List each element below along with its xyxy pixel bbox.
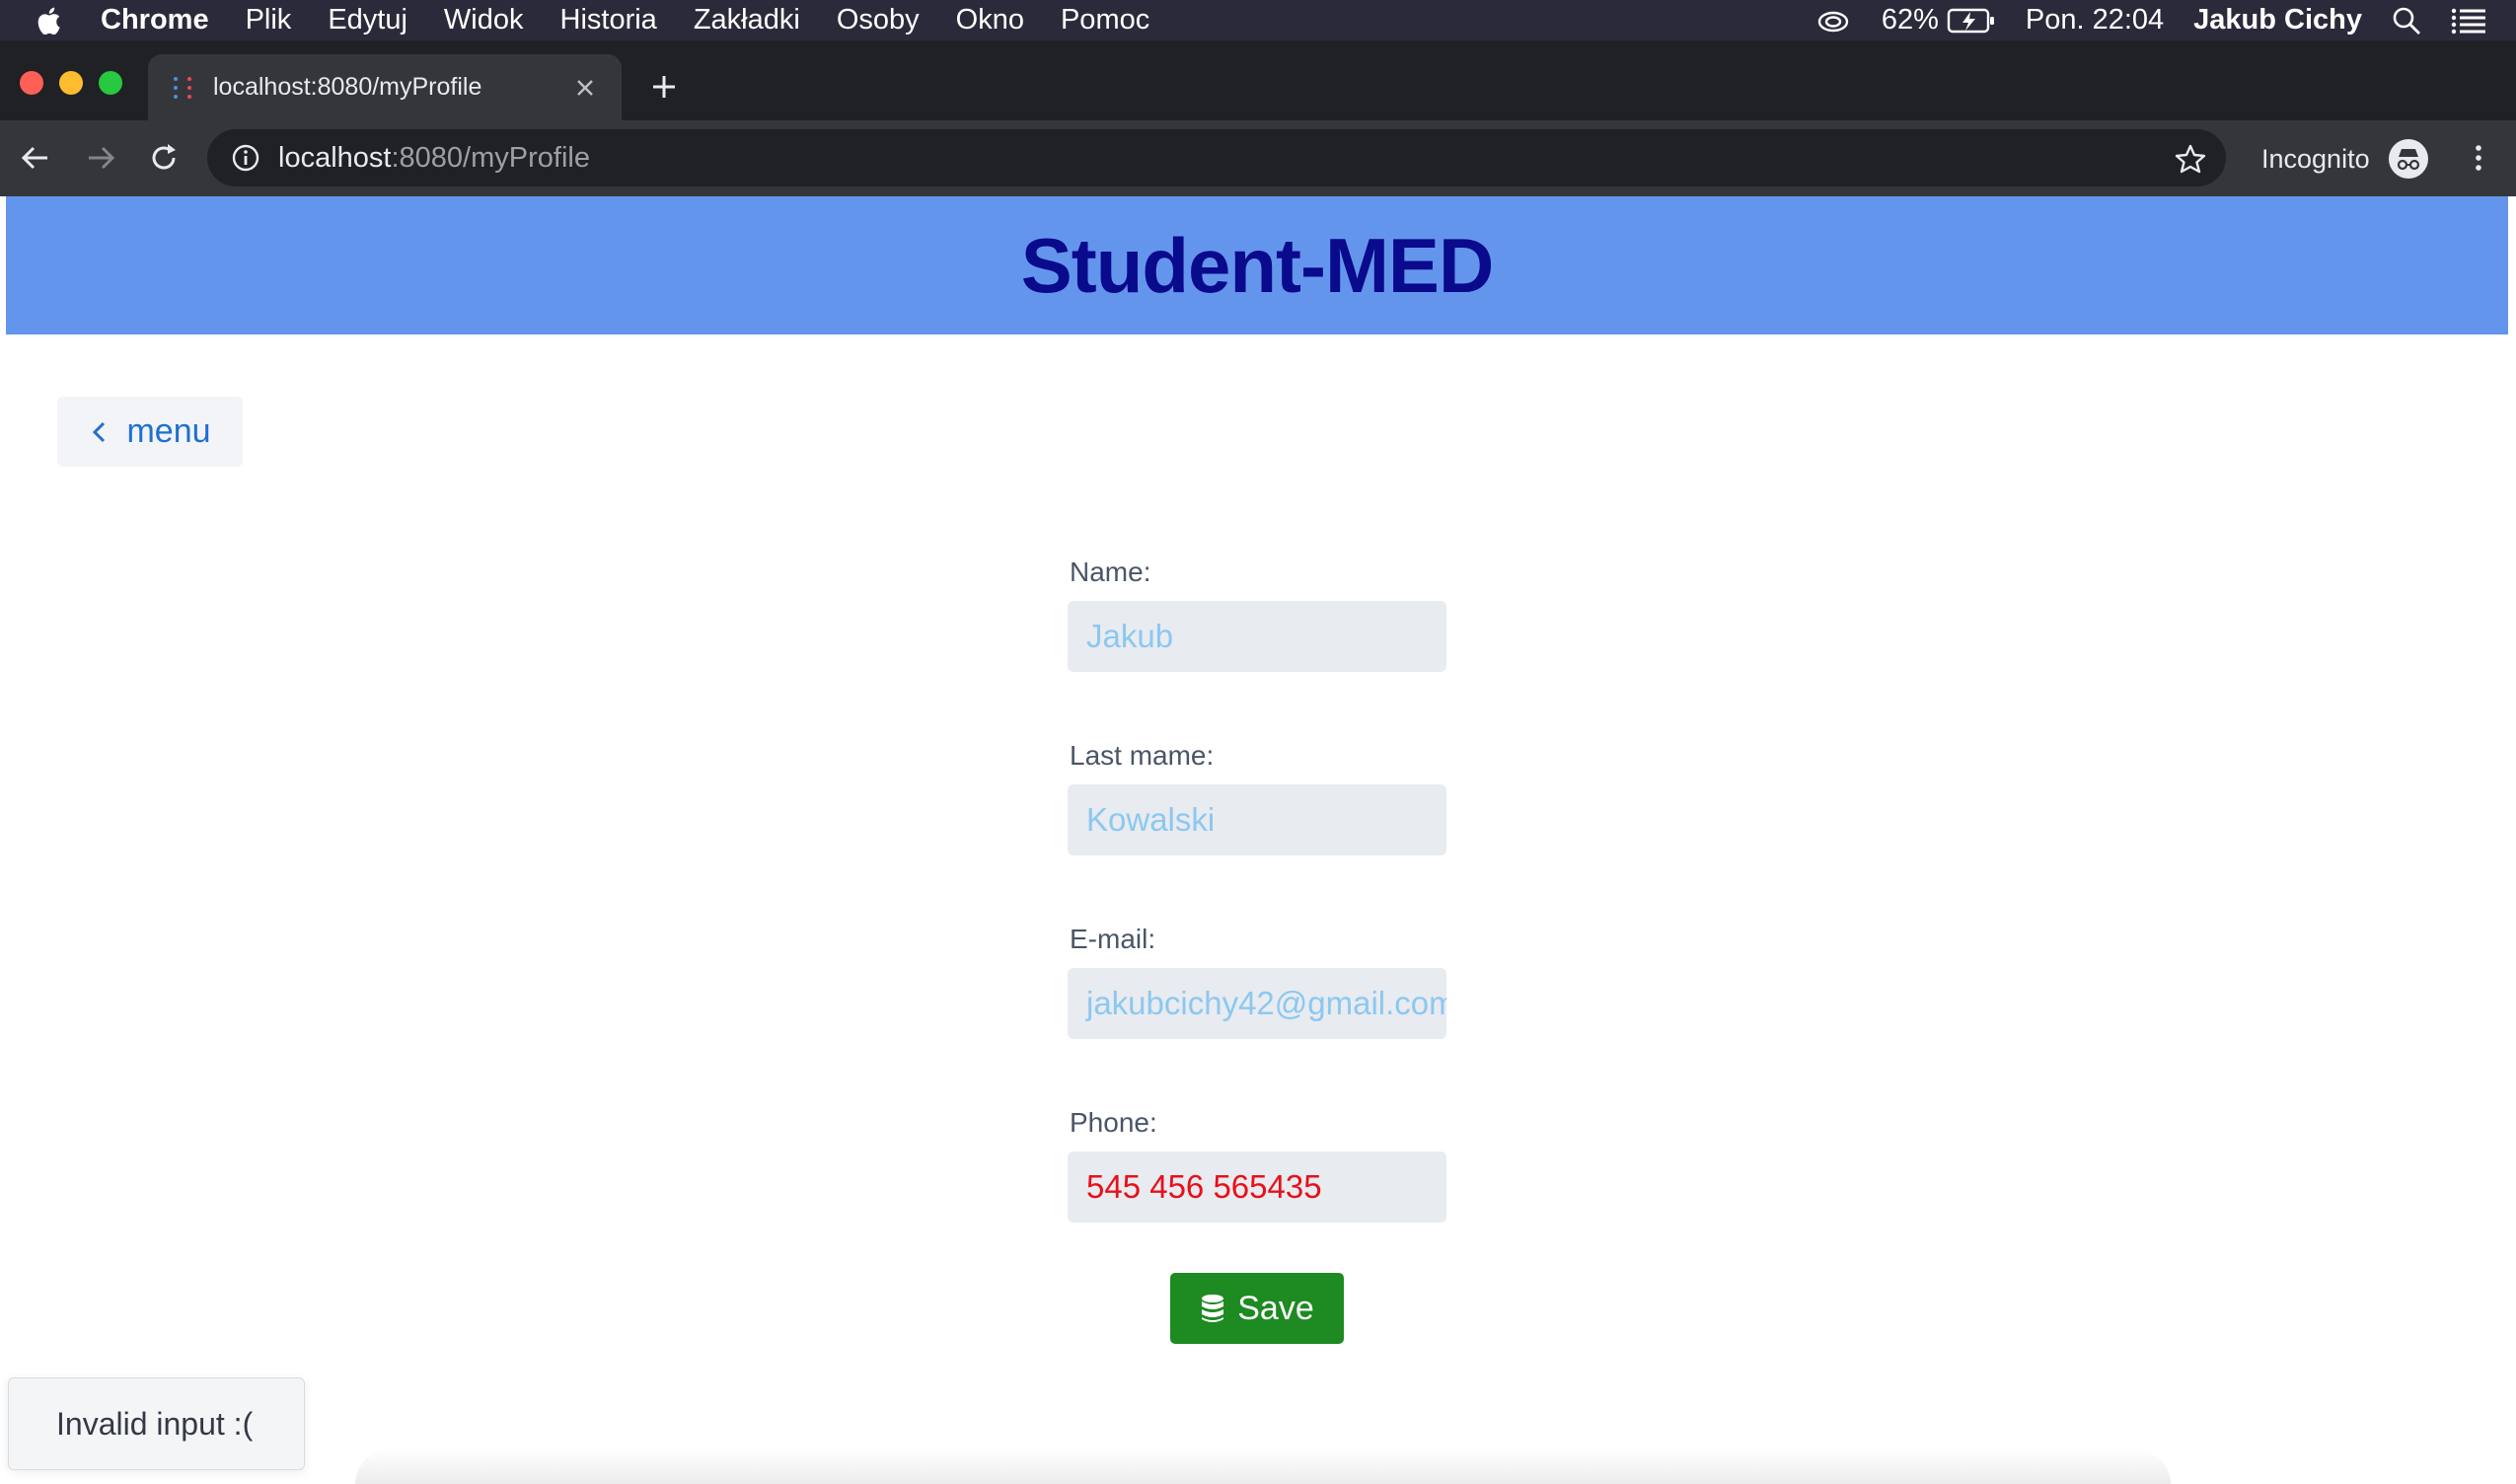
- menu-window[interactable]: Okno: [956, 4, 1024, 37]
- chevron-left-icon: [93, 421, 106, 442]
- forward-arrow-icon[interactable]: [83, 140, 118, 176]
- url-host: localhost: [278, 141, 392, 174]
- window-close-button[interactable]: [20, 71, 43, 95]
- back-to-menu-button[interactable]: menu: [57, 397, 243, 467]
- name-input[interactable]: Jakub: [1068, 601, 1446, 672]
- incognito-label: Incognito: [2261, 143, 2370, 174]
- window-zoom-button[interactable]: [99, 71, 122, 95]
- bottom-shadow-decoration: [355, 1449, 2171, 1484]
- tab-close-icon[interactable]: [572, 75, 598, 101]
- error-toast[interactable]: Invalid input :(: [8, 1377, 305, 1470]
- phone-label: Phone:: [1070, 1107, 1157, 1138]
- profile-form: Name: Jakub Last mame: Kowalski E-mail: …: [1068, 557, 1446, 1292]
- window-minimize-button[interactable]: [59, 71, 83, 95]
- email-field-group: E-mail: jakubcichy42@gmail.com: [1068, 925, 1446, 1108]
- site-header: Student-MED: [6, 196, 2508, 334]
- back-to-menu-label: menu: [126, 412, 211, 450]
- name-field-group: Name: Jakub: [1068, 557, 1446, 741]
- menu-bookmarks[interactable]: Zakładki: [694, 4, 800, 37]
- incognito-indicator[interactable]: Incognito: [2261, 134, 2429, 184]
- last-name-label: Last mame:: [1070, 740, 1215, 771]
- back-arrow-icon[interactable]: [18, 140, 53, 176]
- save-button[interactable]: Save: [1170, 1273, 1344, 1344]
- last-name-field-group: Last mame: Kowalski: [1068, 741, 1446, 925]
- toast-message: Invalid input :(: [56, 1405, 254, 1442]
- save-button-label: Save: [1237, 1289, 1314, 1327]
- menu-people[interactable]: Osoby: [837, 4, 920, 37]
- bookmark-star-icon[interactable]: [2175, 143, 2206, 175]
- chrome-tab-strip: localhost:8080/myProfile: [0, 40, 2516, 120]
- incognito-icon: [2388, 139, 2428, 179]
- tab-title: localhost:8080/myProfile: [213, 73, 482, 101]
- menubar-clock[interactable]: Pon. 22:04: [2026, 4, 2164, 37]
- apple-logo-icon[interactable]: [34, 4, 67, 37]
- macos-menubar: Chrome Plik Edytuj Widok Historia Zakład…: [0, 0, 2516, 40]
- name-label: Name:: [1070, 556, 1151, 587]
- database-icon: [1202, 1295, 1224, 1322]
- site-title: Student-MED: [1020, 221, 1495, 309]
- phone-input[interactable]: 545 456 565435: [1068, 1151, 1446, 1223]
- phone-field-group: Phone: 545 456 565435: [1068, 1108, 1446, 1292]
- address-bar[interactable]: localhost:8080/myProfile: [207, 129, 2226, 186]
- menu-history[interactable]: Historia: [560, 4, 657, 37]
- chrome-toolbar: localhost:8080/myProfile Incognito: [0, 120, 2516, 196]
- email-input[interactable]: jakubcichy42@gmail.com: [1068, 968, 1446, 1039]
- menu-app-chrome[interactable]: Chrome: [101, 4, 209, 37]
- menu-file[interactable]: Plik: [246, 4, 292, 37]
- browser-tab-active[interactable]: localhost:8080/myProfile: [148, 54, 622, 120]
- tab-loading-favicon-icon: [174, 76, 191, 99]
- creative-cloud-icon[interactable]: [1814, 6, 1852, 36]
- menu-view[interactable]: Widok: [444, 4, 524, 37]
- email-label: E-mail:: [1070, 924, 1156, 954]
- site-info-icon[interactable]: [231, 143, 260, 173]
- battery-percent: 62%: [1881, 4, 1939, 36]
- last-name-input[interactable]: Kowalski: [1068, 784, 1446, 855]
- battery-status[interactable]: 62%: [1882, 4, 1996, 37]
- new-tab-plus-icon[interactable]: [647, 70, 681, 104]
- spotlight-search-icon[interactable]: [2392, 6, 2421, 36]
- web-page: Student-MED menu Name: Jakub Last mame: …: [0, 196, 2516, 1484]
- notification-center-icon[interactable]: [2451, 7, 2486, 35]
- menu-help[interactable]: Pomoc: [1061, 4, 1149, 37]
- menu-edit[interactable]: Edytuj: [328, 4, 407, 37]
- chrome-menu-kebab-icon[interactable]: [2461, 140, 2496, 176]
- url-path: :8080/myProfile: [391, 141, 590, 174]
- battery-charging-icon: [1947, 8, 1994, 33]
- menubar-user[interactable]: Jakub Cichy: [2193, 4, 2362, 37]
- reload-icon[interactable]: [146, 140, 182, 176]
